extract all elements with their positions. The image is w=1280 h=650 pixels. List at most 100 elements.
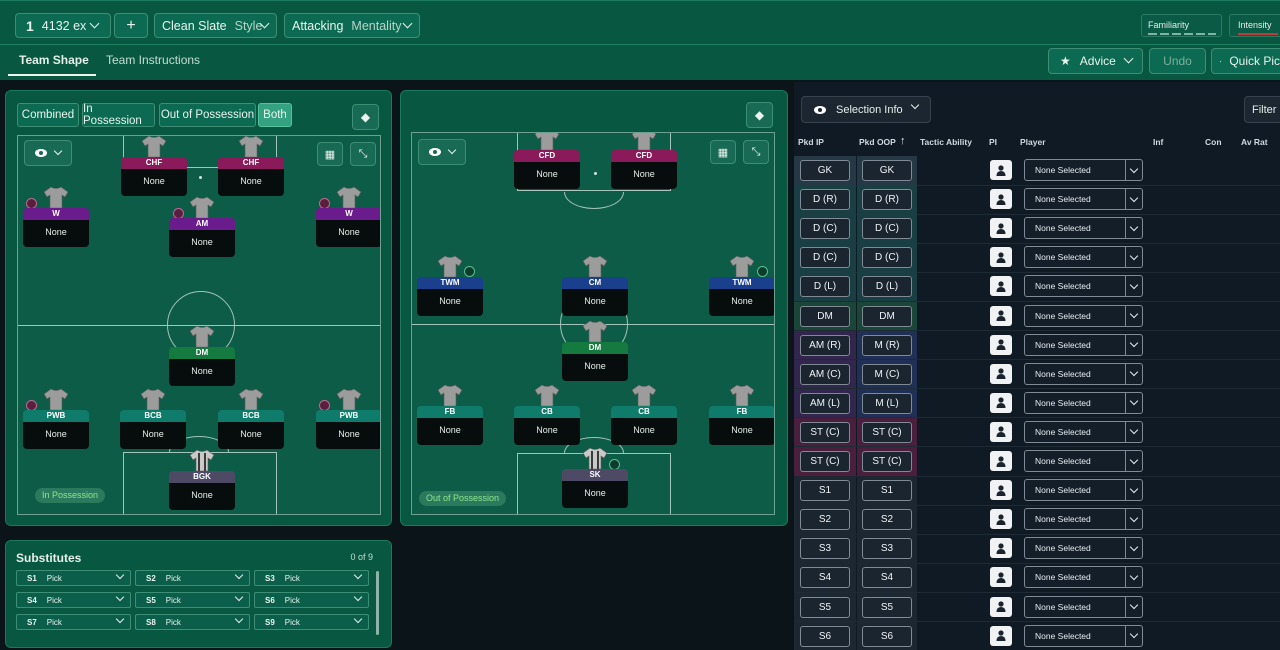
- picked-oop-position[interactable]: S4: [862, 567, 912, 589]
- substitute-slot[interactable]: S7 Pick: [16, 614, 131, 630]
- view-both-button[interactable]: Both: [258, 103, 292, 127]
- undo-button[interactable]: Undo: [1149, 48, 1206, 74]
- player-card[interactable]: AM None: [169, 218, 235, 257]
- picked-ip-position[interactable]: S1: [800, 480, 850, 502]
- header-pkd-oop[interactable]: Pkd OOP: [859, 137, 896, 147]
- substitute-slot[interactable]: S6 Pick: [254, 592, 369, 608]
- player-card[interactable]: DM None: [169, 347, 235, 386]
- picked-oop-position[interactable]: S6: [862, 625, 912, 647]
- player-instructions-button[interactable]: [990, 218, 1012, 239]
- player-select[interactable]: None Selected: [1024, 159, 1143, 181]
- header-tactic-ability[interactable]: Tactic Ability: [920, 137, 972, 147]
- player-instructions-button[interactable]: [990, 567, 1012, 588]
- visibility-toggle[interactable]: [24, 140, 72, 166]
- view-in-possession-button[interactable]: In Possession: [82, 103, 155, 127]
- player-select[interactable]: None Selected: [1024, 595, 1143, 618]
- player-select[interactable]: None Selected: [1024, 304, 1143, 327]
- player-select[interactable]: None Selected: [1024, 391, 1143, 414]
- player-card[interactable]: BGK None: [169, 471, 235, 510]
- advice-button[interactable]: ★ Advice: [1048, 48, 1143, 74]
- player-card[interactable]: CFD None: [514, 150, 580, 189]
- substitute-slot[interactable]: S8 Pick: [135, 614, 250, 630]
- player-instructions-button[interactable]: [990, 625, 1012, 646]
- picked-ip-position[interactable]: D (R): [800, 189, 850, 211]
- grid-view-button[interactable]: ▦: [710, 140, 736, 164]
- picked-ip-position[interactable]: AM (C): [800, 363, 850, 385]
- player-card[interactable]: W None: [316, 208, 380, 247]
- player-instructions-button[interactable]: [990, 451, 1012, 471]
- player-select[interactable]: None Selected: [1024, 246, 1143, 269]
- expand-button[interactable]: ⤡: [743, 140, 769, 164]
- player-instructions-button[interactable]: [990, 334, 1012, 355]
- style-dropdown[interactable]: Clean Slate Style: [154, 13, 277, 38]
- picked-oop-position[interactable]: S5: [862, 596, 912, 618]
- picked-ip-position[interactable]: ST (C): [800, 451, 850, 472]
- intensity-meter[interactable]: Intensity: [1229, 14, 1280, 37]
- player-card[interactable]: CHF None: [218, 157, 284, 196]
- picked-ip-position[interactable]: GK: [800, 160, 850, 181]
- picked-ip-position[interactable]: D (L): [800, 276, 850, 298]
- player-instructions-button[interactable]: [990, 160, 1012, 180]
- picked-ip-position[interactable]: DM: [800, 305, 850, 327]
- selection-info-dropdown[interactable]: Selection Info: [801, 96, 931, 123]
- player-select[interactable]: None Selected: [1024, 508, 1143, 531]
- player-instructions-button[interactable]: [990, 276, 1012, 297]
- picked-oop-position[interactable]: M (C): [862, 363, 912, 385]
- filter-button[interactable]: Filter: [1244, 96, 1280, 123]
- player-instructions-button[interactable]: [990, 509, 1012, 530]
- picked-oop-position[interactable]: S3: [862, 538, 912, 560]
- picked-ip-position[interactable]: S4: [800, 567, 850, 589]
- picked-oop-position[interactable]: D (R): [862, 189, 912, 211]
- player-instructions-button[interactable]: [990, 305, 1012, 326]
- player-select[interactable]: None Selected: [1024, 275, 1143, 298]
- player-card[interactable]: DM None: [562, 342, 628, 381]
- familiarity-meter[interactable]: Familiarity: [1141, 14, 1222, 37]
- picked-ip-position[interactable]: AM (L): [800, 392, 850, 414]
- picked-oop-position[interactable]: S1: [862, 480, 912, 502]
- player-card[interactable]: CHF None: [121, 157, 187, 196]
- view-out-of-possession-button[interactable]: Out of Possession: [159, 103, 256, 127]
- picked-ip-position[interactable]: S5: [800, 596, 850, 618]
- player-instructions-button[interactable]: [990, 363, 1012, 384]
- header-inf[interactable]: Inf: [1153, 137, 1163, 147]
- header-pkd-ip[interactable]: Pkd IP: [798, 137, 824, 147]
- target-icon-button[interactable]: ◆: [352, 104, 379, 130]
- picked-ip-position[interactable]: D (C): [800, 247, 850, 269]
- player-select[interactable]: None Selected: [1024, 450, 1143, 472]
- player-instructions-button[interactable]: [990, 480, 1012, 501]
- player-instructions-button[interactable]: [990, 189, 1012, 210]
- picked-oop-position[interactable]: DM: [862, 305, 912, 327]
- picked-ip-position[interactable]: ST (C): [800, 421, 850, 443]
- player-card[interactable]: CM None: [562, 277, 628, 316]
- substitute-slot[interactable]: S2 Pick: [135, 570, 250, 586]
- add-tactic-button[interactable]: +: [114, 13, 148, 38]
- player-instructions-button[interactable]: [990, 247, 1012, 268]
- picked-ip-position[interactable]: S6: [800, 625, 850, 647]
- scrollbar[interactable]: [376, 571, 379, 635]
- player-card[interactable]: TWM None: [709, 277, 774, 316]
- header-player[interactable]: Player: [1020, 137, 1046, 147]
- player-card[interactable]: TWM None: [417, 277, 483, 316]
- picked-oop-position[interactable]: D (C): [862, 218, 912, 240]
- picked-oop-position[interactable]: ST (C): [862, 451, 912, 472]
- picked-ip-position[interactable]: S2: [800, 509, 850, 531]
- picked-ip-position[interactable]: D (C): [800, 218, 850, 240]
- header-av-rat[interactable]: Av Rat: [1241, 137, 1268, 147]
- player-select[interactable]: None Selected: [1024, 217, 1143, 240]
- picked-ip-position[interactable]: AM (R): [800, 334, 850, 356]
- player-card[interactable]: SK None: [562, 469, 628, 508]
- substitute-slot[interactable]: S9 Pick: [254, 614, 369, 630]
- player-select[interactable]: None Selected: [1024, 537, 1143, 560]
- player-instructions-button[interactable]: [990, 596, 1012, 617]
- player-card[interactable]: CB None: [611, 406, 677, 445]
- substitute-slot[interactable]: S4 Pick: [16, 592, 131, 608]
- substitute-slot[interactable]: S5 Pick: [135, 592, 250, 608]
- tab-team-instructions[interactable]: Team Instructions: [106, 53, 200, 67]
- player-select[interactable]: None Selected: [1024, 188, 1143, 211]
- player-card[interactable]: CFD None: [611, 150, 677, 189]
- quick-pick-button[interactable]: Quick Pic: [1211, 48, 1280, 74]
- player-select[interactable]: None Selected: [1024, 420, 1143, 443]
- player-instructions-button[interactable]: [990, 538, 1012, 559]
- player-card[interactable]: FB None: [417, 406, 483, 445]
- header-pi[interactable]: PI: [989, 137, 997, 147]
